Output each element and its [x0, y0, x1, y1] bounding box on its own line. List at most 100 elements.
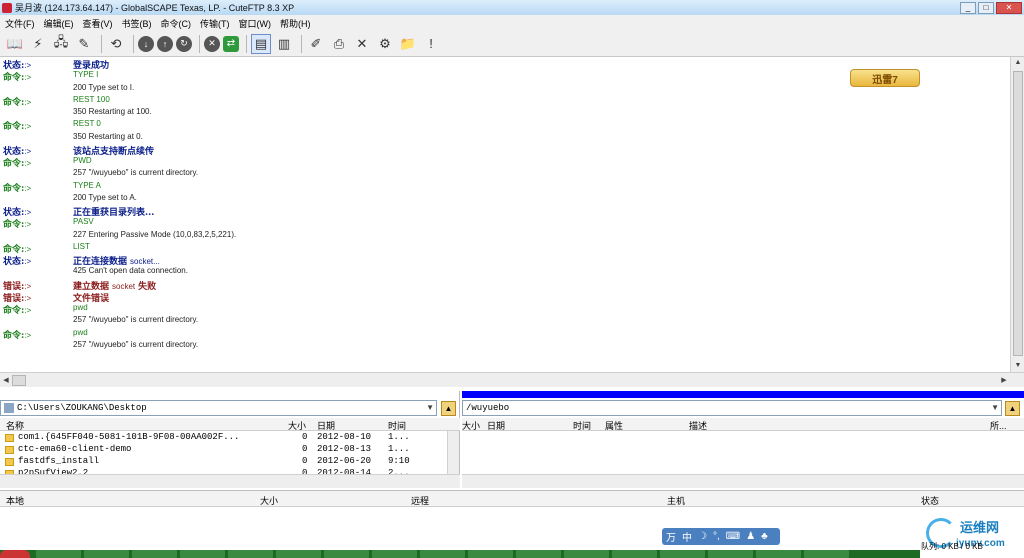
- taskbar-item[interactable]: [756, 550, 801, 558]
- ime-chinese-mode[interactable]: 中: [682, 529, 692, 544]
- print-icon[interactable]: ⎙: [329, 34, 349, 54]
- minimize-button[interactable]: _: [960, 1, 976, 14]
- maximize-button[interactable]: □: [978, 1, 994, 14]
- log-message-text: 350 Restarting at 0.: [73, 131, 143, 141]
- col-size[interactable]: 大小: [260, 494, 278, 507]
- col-status[interactable]: 状态: [921, 494, 939, 507]
- log-horizontal-scrollbar[interactable]: ◀ ▶: [0, 372, 1024, 387]
- edit-icon[interactable]: ✐: [306, 34, 326, 54]
- xunlei-ad-button[interactable]: 迅雷7: [850, 69, 920, 87]
- ime-settings-icon[interactable]: ♣: [761, 531, 768, 542]
- taskbar-item[interactable]: [660, 550, 705, 558]
- taskbar-item[interactable]: [708, 550, 753, 558]
- chevron-down-icon[interactable]: ▼: [991, 403, 999, 412]
- refresh-icon[interactable]: ↻: [176, 35, 192, 52]
- download-icon[interactable]: ↓: [138, 35, 154, 52]
- taskbar-item[interactable]: [84, 550, 129, 558]
- menu-edit[interactable]: 编辑(E): [39, 17, 78, 30]
- col-size[interactable]: 大小: [462, 419, 480, 432]
- menu-window[interactable]: 窗口(W): [234, 17, 276, 30]
- reconnect-icon[interactable]: ⟲: [106, 34, 126, 54]
- file-row[interactable]: ctc-ema60-client-demo 0 2012-08-13 1...: [0, 444, 448, 456]
- scroll-left-icon[interactable]: ◀: [0, 373, 12, 388]
- connect-wizard-icon[interactable]: ✎: [74, 34, 94, 54]
- queue-column-header: 本地 大小 远程 主机 状态: [0, 491, 1024, 507]
- col-local[interactable]: 本地: [6, 494, 24, 507]
- ime-halfwidth-icon[interactable]: ☽: [698, 531, 707, 542]
- col-time[interactable]: 时间: [388, 419, 406, 432]
- xunlei-label: 迅雷7: [872, 74, 898, 86]
- taskbar-item[interactable]: [564, 550, 609, 558]
- taskbar-item[interactable]: [804, 550, 849, 558]
- taskbar-item[interactable]: [324, 550, 369, 558]
- log-message-text: PASV: [73, 217, 94, 227]
- quick-connect-icon[interactable]: ⚡: [28, 34, 48, 54]
- menu-bookmarks[interactable]: 书签(B): [117, 17, 156, 30]
- view-log-icon[interactable]: ▤: [251, 33, 271, 54]
- remote-horizontal-scrollbar[interactable]: [462, 474, 1024, 488]
- chevron-down-icon[interactable]: ▼: [426, 403, 434, 412]
- col-host[interactable]: 主机: [667, 494, 685, 507]
- file-row[interactable]: fastdfs_install 0 2012-06-20 9:10: [0, 456, 448, 468]
- scroll-right-icon[interactable]: ▶: [998, 373, 1010, 388]
- taskbar-item[interactable]: [420, 550, 465, 558]
- transfer-icon[interactable]: ⇄: [223, 35, 239, 52]
- log-message: 正在重获目录列表...: [73, 205, 154, 218]
- delete-icon[interactable]: ✕: [352, 34, 372, 54]
- taskbar-item[interactable]: [372, 550, 417, 558]
- local-path-combobox[interactable]: C:\Users\ZOUKANG\Desktop ▼: [0, 400, 437, 416]
- local-folder-up-button[interactable]: ▲: [441, 401, 456, 416]
- col-time[interactable]: 时间: [573, 419, 591, 432]
- taskbar-item[interactable]: [132, 550, 177, 558]
- menu-commands[interactable]: 命令(C): [156, 17, 196, 30]
- scroll-up-icon[interactable]: ▲: [1011, 57, 1024, 69]
- log-message: REST 100: [73, 95, 110, 104]
- book-icon[interactable]: 📖: [5, 34, 25, 54]
- log-label: 命令::>: [3, 156, 31, 169]
- taskbar-item[interactable]: [36, 550, 81, 558]
- stop-icon[interactable]: ✕: [204, 35, 220, 52]
- remote-path-combobox[interactable]: /wuyuebo ▼: [462, 400, 1002, 416]
- find-icon[interactable]: ⚙: [375, 34, 395, 54]
- menu-transfer[interactable]: 传输(T): [195, 17, 234, 30]
- scroll-down-icon[interactable]: ▼: [1011, 360, 1024, 372]
- taskbar-item[interactable]: [516, 550, 561, 558]
- local-vertical-scrollbar[interactable]: [447, 431, 459, 474]
- ime-punctuation-icon[interactable]: °,: [713, 531, 720, 542]
- col-size[interactable]: 大小: [288, 419, 306, 432]
- col-name[interactable]: 名称: [6, 419, 24, 432]
- col-owner[interactable]: 所...: [990, 419, 1007, 432]
- ime-toolbar[interactable]: 万 中 ☽ °, ⌨ ♟ ♣: [662, 528, 780, 545]
- taskbar-item[interactable]: [612, 550, 657, 558]
- menu-file[interactable]: 文件(F): [0, 17, 39, 30]
- log-message-text: PWD: [73, 156, 92, 165]
- menu-view[interactable]: 查看(V): [78, 17, 117, 30]
- view-list-icon[interactable]: ▥: [274, 34, 294, 54]
- ime-keyboard-icon[interactable]: ⌨: [726, 531, 740, 542]
- site-manager-icon[interactable]: 🖧: [51, 34, 71, 54]
- ime-logo-icon[interactable]: 万: [666, 529, 676, 544]
- close-button[interactable]: ✕: [996, 1, 1022, 14]
- start-button[interactable]: [0, 550, 30, 558]
- local-horizontal-scrollbar[interactable]: [0, 474, 460, 488]
- log-vertical-scrollbar[interactable]: ▲ ▼: [1010, 57, 1024, 372]
- exclamation-icon[interactable]: !: [421, 34, 441, 54]
- col-attributes[interactable]: 属性: [605, 419, 623, 432]
- log-scroll-thumb[interactable]: [1013, 71, 1023, 356]
- log-label: 命令::>: [3, 95, 31, 108]
- taskbar-item[interactable]: [276, 550, 321, 558]
- taskbar-item[interactable]: [468, 550, 513, 558]
- menu-help[interactable]: 帮助(H): [275, 17, 315, 30]
- col-description[interactable]: 描述: [689, 419, 707, 432]
- remote-folder-up-button[interactable]: ▲: [1005, 401, 1020, 416]
- col-remote[interactable]: 远程: [411, 494, 429, 507]
- upload-icon[interactable]: ↑: [157, 35, 173, 52]
- taskbar-item[interactable]: [180, 550, 225, 558]
- ime-user-icon[interactable]: ♟: [746, 531, 755, 542]
- col-date[interactable]: 日期: [487, 419, 505, 432]
- col-date[interactable]: 日期: [317, 419, 335, 432]
- taskbar-item[interactable]: [228, 550, 273, 558]
- file-row[interactable]: com1.{645FF040-5081-101B-9F08-00AA002F..…: [0, 432, 448, 444]
- new-folder-icon[interactable]: 📁: [398, 34, 418, 54]
- log-hscroll-thumb[interactable]: [12, 375, 26, 386]
